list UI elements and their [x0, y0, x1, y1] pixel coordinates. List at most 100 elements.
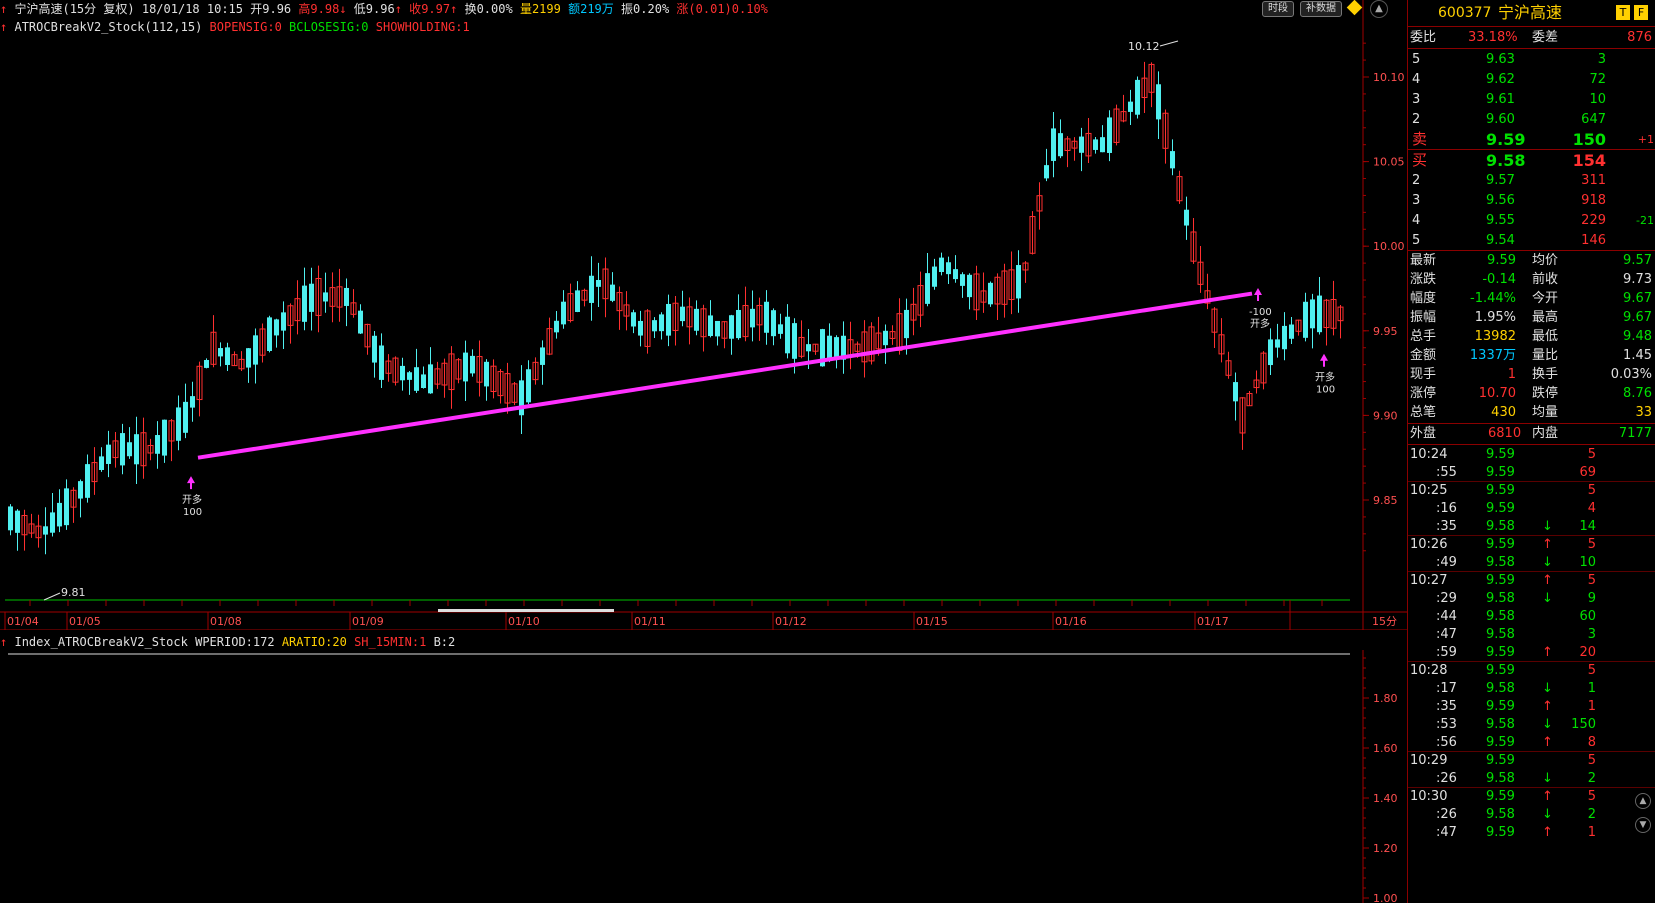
- scroll-down-icon[interactable]: ▼: [1635, 817, 1651, 833]
- bid-level: 2: [1412, 173, 1421, 188]
- stat-row: 最新 9.59 均价 9.57: [1408, 251, 1655, 270]
- candle-body: [946, 262, 951, 275]
- candle-body: [792, 323, 797, 359]
- candle-body: [1170, 151, 1175, 169]
- high-price-label: 10.12: [1128, 40, 1160, 53]
- candle-body: [827, 335, 832, 360]
- tick-row: :47 9.58 3: [1408, 625, 1655, 644]
- low-price-label: 9.81: [61, 586, 86, 599]
- tick-row: :59 9.59 ↑ 20: [1408, 643, 1655, 662]
- candle-body: [1303, 301, 1308, 338]
- candle-body: [939, 257, 944, 273]
- stat-label: 振幅: [1410, 310, 1437, 325]
- trend-line: [197, 291, 1253, 460]
- candle-body: [1107, 117, 1112, 153]
- tick-price: 9.59: [1486, 447, 1515, 462]
- stat-value: 9.59: [1487, 253, 1516, 268]
- stat-value: 9.57: [1623, 253, 1652, 268]
- tag-f-icon[interactable]: F: [1634, 5, 1648, 20]
- candle-body: [1058, 133, 1063, 157]
- scroll-up-icon[interactable]: ▲: [1635, 793, 1651, 809]
- tick-volume: 5: [1587, 663, 1596, 678]
- candle-body: [764, 301, 769, 333]
- tick-volume: 2: [1587, 807, 1596, 822]
- x-tick-label: 01/05: [69, 615, 101, 628]
- candle-body: [218, 348, 223, 357]
- candle-body: [15, 510, 20, 533]
- bid-volume: 311: [1581, 173, 1606, 188]
- candle-body: [988, 282, 993, 305]
- stat-value: 9.67: [1623, 310, 1652, 325]
- x-tick-label: 01/12: [775, 615, 807, 628]
- candle-body: [1128, 101, 1133, 112]
- sub-indicator-chart[interactable]: 1.80 1.60 1.40 1.20 1.00: [0, 650, 1407, 903]
- stat-value: 9.73: [1623, 272, 1652, 287]
- stat-row: 涨跌 -0.14 前收 9.73: [1408, 270, 1655, 289]
- tick-time: :56: [1436, 735, 1457, 750]
- tick-time: :35: [1436, 519, 1457, 534]
- sub-y-tick-label: 1.00: [1373, 892, 1398, 903]
- x-tick-label: 01/09: [352, 615, 384, 628]
- ask-volume: 10: [1589, 92, 1606, 107]
- inner-volume: 7177: [1618, 426, 1652, 441]
- tick-time: :26: [1436, 771, 1457, 786]
- tag-t-icon[interactable]: T: [1616, 5, 1630, 20]
- bid-row: 2 9.57 311: [1408, 171, 1655, 190]
- candle-body: [1282, 325, 1287, 350]
- candle-body: [526, 369, 531, 403]
- candle-body: [638, 320, 643, 336]
- candle-body: [554, 320, 559, 333]
- sub-indicator-header: ↑ Index_ATROCBreakV2_Stock WPERIOD:172 A…: [0, 634, 455, 650]
- y-tick-label: 10.05: [1373, 156, 1405, 169]
- sub-indicator-arrow-icon[interactable]: ↑: [0, 635, 7, 649]
- bid-price: 9.58: [1486, 151, 1526, 170]
- candle-body: [176, 407, 181, 441]
- candle-body: [1184, 209, 1189, 226]
- signal-label: 开多: [1315, 371, 1335, 384]
- candle-body: [771, 310, 776, 337]
- candle-body: [246, 348, 251, 368]
- tick-arrow-icon: ↑: [1542, 825, 1553, 840]
- candle-body: [1275, 339, 1280, 348]
- candle-body: [134, 434, 139, 465]
- bid-price: 9.56: [1486, 193, 1515, 208]
- stat-value: 10.70: [1478, 386, 1516, 401]
- chart-area[interactable]: ↑ 宁沪高速(15分 复权) 18/01/18 10:15 开9.96 高9.9…: [0, 0, 1407, 903]
- candle-body: [904, 309, 909, 339]
- tick-price: 9.59: [1486, 663, 1515, 678]
- ask-row: 3 9.61 10: [1408, 90, 1655, 109]
- candle-body: [379, 345, 384, 380]
- buy-signal-arrow-icon: [1254, 288, 1262, 302]
- y-tick-label: 10.10: [1373, 71, 1405, 84]
- bid-volume: 154: [1572, 151, 1606, 170]
- signal-label: 开多: [182, 493, 202, 506]
- candle-body: [253, 335, 258, 365]
- candle-body: [1289, 324, 1294, 339]
- bid-volume: 229: [1581, 213, 1606, 228]
- candlestick-chart[interactable]: 10.129.81开多100-100开多开多100 10.1010.0510.0…: [0, 0, 1407, 630]
- candle-body: [953, 269, 958, 280]
- tick-volume: 4: [1587, 501, 1596, 516]
- bid-row: 买 9.58 154: [1408, 151, 1655, 170]
- tick-row: 10:25 9.59 5: [1408, 481, 1655, 500]
- chart-scrollbar[interactable]: [438, 609, 614, 612]
- candle-body: [694, 308, 699, 331]
- candle-body: [358, 310, 363, 334]
- stat-label: 涨停: [1410, 386, 1437, 401]
- sub-indicator-name[interactable]: Index_ATROCBreakV2_Stock: [14, 635, 187, 649]
- tick-price: 9.59: [1486, 483, 1515, 498]
- tick-time: :53: [1436, 717, 1457, 732]
- stat-value: 1.95%: [1474, 310, 1516, 325]
- tick-price: 9.58: [1486, 627, 1515, 642]
- sub-indicator-param-2: ARATIO:20: [281, 635, 347, 649]
- candle-body: [967, 274, 972, 298]
- signal-qty: 100: [183, 507, 202, 518]
- tick-volume: 2: [1587, 771, 1596, 786]
- candle-body: [652, 320, 657, 332]
- ask-price: 9.63: [1486, 52, 1515, 67]
- quote-stock-name: 宁沪高速: [1498, 3, 1563, 22]
- ask-volume: 647: [1581, 112, 1606, 127]
- stat-label: 跌停: [1532, 386, 1559, 401]
- tick-price: 9.59: [1486, 753, 1515, 768]
- tick-time: :49: [1436, 555, 1457, 570]
